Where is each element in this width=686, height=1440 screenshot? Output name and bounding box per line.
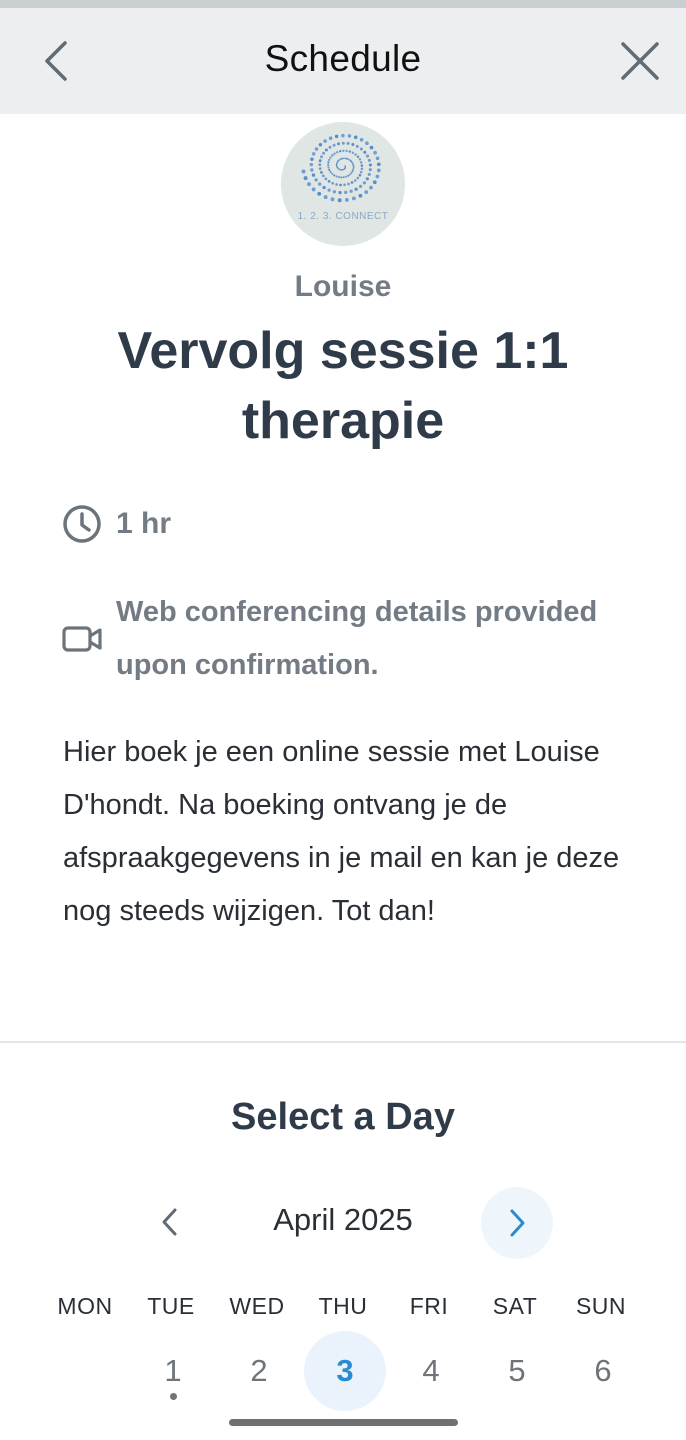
close-button[interactable] xyxy=(610,36,670,86)
section-divider xyxy=(0,1041,686,1043)
organization-logo: 1. 2. 3. CONNECT xyxy=(281,122,405,246)
duration-label: 1 hr xyxy=(116,507,172,540)
month-label: April 2025 xyxy=(273,1202,413,1237)
video-camera-icon xyxy=(62,619,102,659)
weekday-sat: SAT xyxy=(492,1293,538,1319)
calendar-day-4[interactable]: 4 xyxy=(390,1331,472,1411)
page-title: Schedule xyxy=(264,38,422,79)
weekday-fri: FRI xyxy=(409,1293,449,1319)
weekday-wed: WED xyxy=(229,1293,285,1319)
event-title: Vervolg sessie 1:1 therapie xyxy=(117,322,569,450)
calendar-day-2[interactable]: 2 xyxy=(218,1331,300,1411)
status-strip xyxy=(0,0,686,8)
weekday-tue: TUE xyxy=(147,1293,195,1319)
duration-row: 1 hr xyxy=(62,504,171,544)
weekday-thu: THU xyxy=(318,1293,368,1319)
chevron-right-icon xyxy=(510,1209,525,1237)
weekday-sun: SUN xyxy=(575,1293,627,1319)
calendar-day-6[interactable]: 6 xyxy=(562,1331,644,1411)
calendar-day-5[interactable]: 5 xyxy=(476,1331,558,1411)
clock-icon xyxy=(62,504,102,544)
event-description: Hier boek je een online sessie met Louis… xyxy=(63,736,620,927)
next-month-button[interactable] xyxy=(481,1187,553,1259)
logo-text: 1. 2. 3. CONNECT xyxy=(297,211,389,222)
calendar-day-3-selected[interactable]: 3 xyxy=(304,1331,386,1411)
home-indicator[interactable] xyxy=(229,1419,458,1426)
spiral-logo-icon xyxy=(301,133,381,203)
weekday-mon: MON xyxy=(57,1293,113,1319)
conferencing-details: Web conferencing details provided upon c… xyxy=(116,596,598,681)
app-bar: Schedule xyxy=(0,8,686,114)
today-indicator-dot xyxy=(170,1393,177,1400)
event-owner: Louise xyxy=(294,270,392,303)
select-day-heading: Select a Day xyxy=(231,1096,455,1138)
close-icon xyxy=(621,42,659,80)
conferencing-row: Web conferencing details provided upon c… xyxy=(62,586,616,692)
